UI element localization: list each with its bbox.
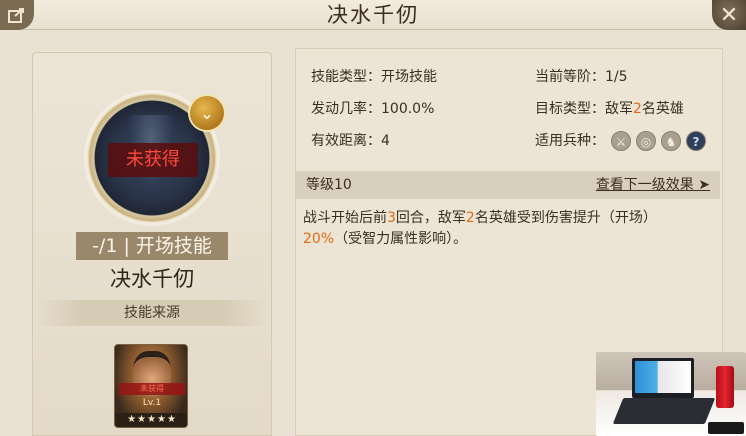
skill-type-label: -/1 | 开场技能 <box>76 232 228 260</box>
close-button[interactable]: ✕ <box>712 0 746 30</box>
skill-name: 决水千仞 <box>110 267 194 291</box>
skill-source-label: 技能来源 <box>36 300 268 326</box>
level-label: 等级10 <box>306 177 352 193</box>
troop-type-label: 适用兵种： <box>535 133 605 149</box>
skill-type-info: 技能类型：开场技能 <box>311 69 437 85</box>
desc-rounds: 3 <box>387 210 396 226</box>
view-next-level-link[interactable]: 查看下一级效果 ➤ <box>596 171 710 199</box>
desc-text-1: 战斗开始后前 <box>303 210 387 226</box>
hero-unobtained-tag: 未获得 <box>119 383 185 395</box>
expand-badge[interactable]: ⌄ <box>190 96 224 130</box>
page-title: 决水千仞 <box>327 3 419 27</box>
question-icon[interactable]: ? <box>686 131 706 151</box>
target-type-suffix: 名英雄 <box>641 101 684 117</box>
shield-troop-icon: ◎ <box>636 131 656 151</box>
laptop-screen <box>632 358 694 398</box>
troop-icons: ⚔ ◎ ♞ ? <box>611 131 706 151</box>
hero-stars: ★★★★★ <box>115 413 187 427</box>
skill-description: 战斗开始后前3回合，敌军2名英雄受到伤害提升（开场） 20%（受智力属性影响）。 <box>303 208 713 250</box>
hero-card[interactable]: 未获得 Lv.1 ★★★★★ <box>114 344 188 428</box>
target-type-prefix: 目标类型：敌军 <box>535 101 633 117</box>
sword-troop-icon: ⚔ <box>611 131 631 151</box>
laptop-base <box>612 398 716 424</box>
desc-targets: 2 <box>465 210 475 226</box>
target-type-count: 2 <box>633 101 642 117</box>
close-icon: ✕ <box>719 2 739 28</box>
desc-percent: 20% <box>303 231 335 247</box>
soda-can <box>716 366 734 408</box>
overlay-photo <box>596 352 746 436</box>
range-info: 有效距离：4 <box>311 133 390 149</box>
level-bar: 等级10 查看下一级效果 ➤ <box>296 171 720 199</box>
desc-text-3: 名英雄受到伤害提升（开场） <box>474 210 657 226</box>
hero-level: Lv.1 <box>142 398 162 408</box>
phone <box>708 422 744 434</box>
desc-text-4: （受智力属性影响）。 <box>334 231 468 247</box>
chevron-down-icon: ⌄ <box>200 103 214 123</box>
target-type-info: 目标类型：敌军2名英雄 <box>535 99 684 119</box>
unobtained-status: 未获得 <box>108 143 198 177</box>
current-rank-info: 当前等阶：1/5 <box>535 69 628 85</box>
trigger-rate-info: 发动几率：100.0% <box>311 101 435 117</box>
desc-text-2: 回合，敌军 <box>395 210 466 226</box>
cavalry-troop-icon: ♞ <box>661 131 681 151</box>
